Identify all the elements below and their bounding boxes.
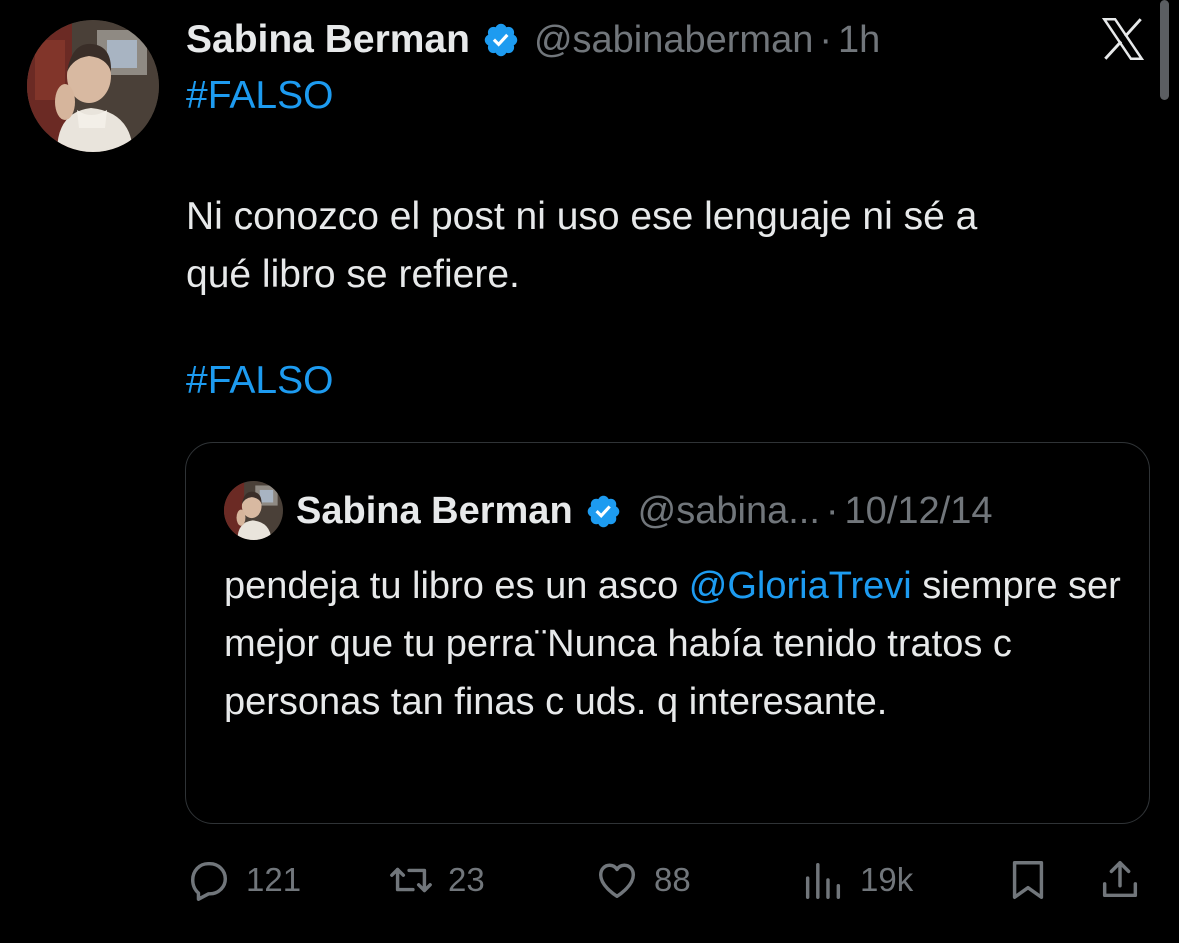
share-icon xyxy=(1102,861,1138,898)
separator-dot: · xyxy=(819,18,832,61)
separator-dot: · xyxy=(825,489,839,532)
author-handle[interactable]: @sabinaberman xyxy=(534,19,813,62)
reply-icon xyxy=(190,861,228,901)
hashtag-link[interactable]: #FALSO xyxy=(186,359,333,403)
verified-badge-icon xyxy=(585,493,622,530)
share-button[interactable] xyxy=(1097,852,1143,908)
quoted-header: Sabina Berman @sabina... · 10/12/14 xyxy=(296,485,992,537)
reply-button[interactable]: 121 xyxy=(186,852,301,908)
tweet-view: Sabina Berman @sabinaberman · 1h #FALSO … xyxy=(0,0,1179,943)
views-icon xyxy=(805,862,841,899)
tweet-text-line: Ni conozco el post ni uso ese lenguaje n… xyxy=(186,195,978,238)
like-button[interactable]: 88 xyxy=(594,852,691,908)
quoted-tweet[interactable]: Sabina Berman @sabina... · 10/12/14 pend… xyxy=(185,442,1150,824)
quoted-author-handle: @sabina... xyxy=(637,489,820,532)
repost-button[interactable]: 23 xyxy=(388,852,485,908)
reply-count: 121 xyxy=(246,861,302,898)
mention-link[interactable]: @GloriaTrevi xyxy=(689,565,912,607)
scrollbar[interactable] xyxy=(1160,0,1169,100)
like-count: 88 xyxy=(654,861,691,898)
avatar[interactable] xyxy=(27,20,159,152)
action-bar: 121 23 88 19k xyxy=(0,852,1179,908)
heart-icon xyxy=(598,863,636,899)
timestamp[interactable]: 1h xyxy=(838,19,880,62)
repost-count: 23 xyxy=(448,861,485,898)
bookmark-icon xyxy=(1012,861,1044,899)
views-button[interactable]: 19k xyxy=(800,852,913,908)
tweet-header: Sabina Berman @sabinaberman · 1h xyxy=(186,14,880,66)
author-name[interactable]: Sabina Berman xyxy=(186,18,470,62)
hashtag-link[interactable]: #FALSO xyxy=(186,74,333,118)
quoted-author-name: Sabina Berman xyxy=(296,489,573,532)
bookmark-button[interactable] xyxy=(1005,852,1051,908)
quoted-text-part: pendeja tu libro es un asco xyxy=(224,565,689,607)
quoted-text: pendeja tu libro es un asco @GloriaTrevi… xyxy=(224,557,1124,731)
quoted-date: 10/12/14 xyxy=(844,489,993,532)
tweet-text-line: qué libro se refiere. xyxy=(186,253,520,296)
quoted-avatar[interactable] xyxy=(224,481,283,540)
views-count: 19k xyxy=(860,861,914,898)
avatar-photo xyxy=(27,20,159,152)
x-logo-icon[interactable] xyxy=(1097,14,1149,64)
repost-icon xyxy=(390,867,432,893)
avatar-photo xyxy=(224,481,283,540)
verified-badge-icon xyxy=(482,21,520,59)
tweet-text: Ni conozco el post ni uso ese lenguaje n… xyxy=(186,188,1126,304)
